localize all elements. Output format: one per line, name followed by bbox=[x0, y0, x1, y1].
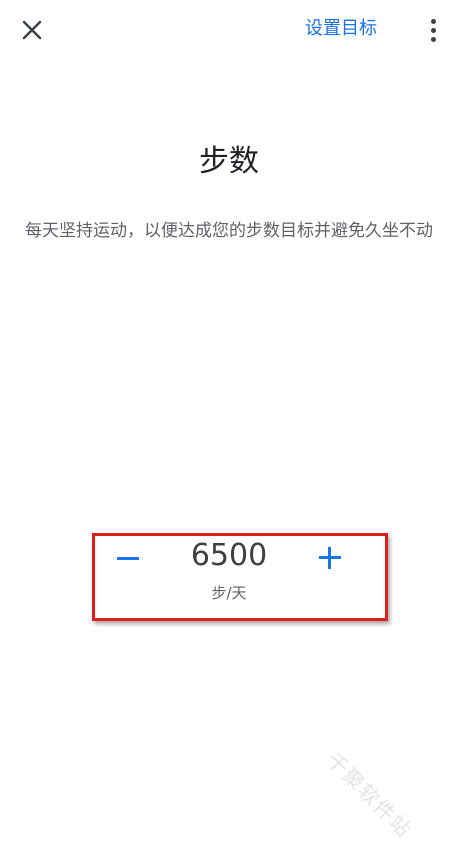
plus-icon-vertical bbox=[328, 547, 331, 569]
close-button[interactable] bbox=[14, 12, 50, 48]
more-options-button[interactable] bbox=[420, 12, 446, 48]
more-vert-icon-dot bbox=[430, 18, 436, 24]
top-app-bar: 设置目标 bbox=[0, 0, 458, 60]
set-goal-button[interactable]: 设置目标 bbox=[305, 16, 377, 42]
page-title: 步数 bbox=[199, 144, 259, 179]
step-goal-value: 6500 bbox=[190, 538, 268, 573]
more-vert-icon-dot bbox=[430, 36, 436, 42]
increment-button[interactable] bbox=[314, 542, 346, 574]
more-vert-icon-dot bbox=[430, 27, 436, 33]
close-icon bbox=[22, 20, 42, 40]
step-goal-unit: 步/天 bbox=[211, 584, 247, 602]
page-description: 每天坚持运动，以便达成您的步数目标并避免久坐不动 bbox=[25, 221, 433, 241]
watermark: 千聚软件站 bbox=[322, 747, 417, 843]
